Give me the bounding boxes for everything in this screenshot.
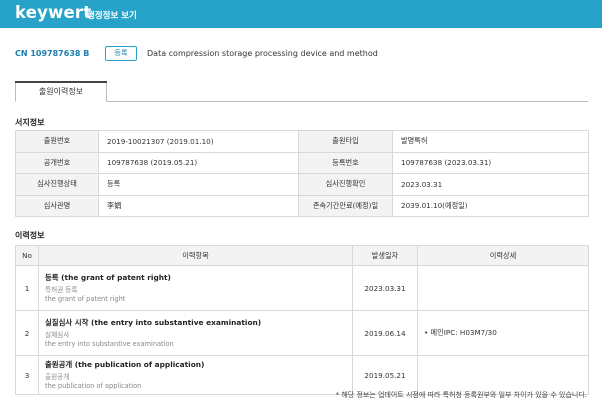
history-row: 3 출원공개 (the publication of application) 출원… xyxy=(15,355,589,395)
history-item: 출원공개 (the publication of application) 출원공… xyxy=(38,355,353,395)
biblio-label: 출원번호 xyxy=(15,130,99,153)
biblio-row: 공개번호 109787638 (2019.05.21) 등록번호 109787638 … xyxy=(15,151,589,174)
biblio-row: 출원번호 2019-10021307 (2019.01.10) 출원타입 발명특허 xyxy=(15,130,589,153)
history-item-korean: 특허권 등록 xyxy=(45,286,78,294)
history-item-title: 실질심사 시작 (the entry into substantive exam… xyxy=(45,318,262,327)
patent-number: CN 109787638 B xyxy=(15,49,90,58)
biblio-label: 출원타입 xyxy=(298,130,393,153)
tab-application-history[interactable]: 출원이력정보 xyxy=(15,81,107,102)
biblio-label: 공개번호 xyxy=(15,151,99,174)
biblio-label: 등록번호 xyxy=(298,151,393,174)
history-item: 등록 (the grant of patent right) 특허권 등록 the … xyxy=(38,265,353,311)
history-date: 2019.05.21 xyxy=(352,355,418,395)
history-header-row: No 이력항목 발생일자 이력상세 xyxy=(15,245,589,266)
top-bar: keywert 행정정보 보기 xyxy=(0,0,602,28)
biblio-value: 李娟 xyxy=(98,194,299,217)
history-row: 2 실질심사 시작 (the entry into substantive exa… xyxy=(15,310,589,356)
history-item-title: 등록 (the grant of patent right) xyxy=(45,273,171,282)
biblio-value: 2019-10021307 (2019.01.10) xyxy=(98,130,299,153)
column-header-date: 발생일자 xyxy=(352,245,418,266)
history-detail xyxy=(417,265,589,311)
biblio-value: 2023.03.31 xyxy=(392,173,589,196)
column-header-detail: 이력상세 xyxy=(417,245,589,266)
history-section-title: 이력정보 xyxy=(15,231,45,240)
biblio-value: 109787638 (2023.03.31) xyxy=(392,151,589,174)
biblio-value: 2039.01.10(예정일) xyxy=(392,194,589,217)
history-detail xyxy=(417,355,589,395)
biblio-label: 심사진행확인 xyxy=(298,173,393,196)
footnote: * 해당 정보는 업데이트 시점에 따라 특허청 등록원부와 일부 차이가 있을… xyxy=(335,391,587,399)
keywert-logo[interactable]: keywert xyxy=(15,3,91,22)
history-item: 실질심사 시작 (the entry into substantive exam… xyxy=(38,310,353,356)
biblio-section-title: 서지정보 xyxy=(15,118,45,127)
history-item-english: the publication of application xyxy=(45,382,142,390)
history-item-title: 출원공개 (the publication of application) xyxy=(45,360,205,369)
history-date: 2023.03.31 xyxy=(352,265,418,311)
status-badge: 등록 xyxy=(105,46,137,61)
history-item-korean: 실체심사 xyxy=(45,331,70,339)
column-header-no: No xyxy=(15,245,39,266)
biblio-label: 심사관명 xyxy=(15,194,99,217)
biblio-value: 등록 xyxy=(98,173,299,196)
biblio-value: 발명특허 xyxy=(392,130,589,153)
biblio-row: 심사관명 李娟 존속기간만료(예정)일 2039.01.10(예정일) xyxy=(15,194,589,217)
history-item-english: the grant of patent right xyxy=(45,295,126,303)
history-detail: • 메인IPC: H03M7/30 xyxy=(417,310,589,356)
history-no: 1 xyxy=(15,265,39,311)
history-item-korean: 출원공개 xyxy=(45,373,70,381)
history-no: 2 xyxy=(15,310,39,356)
page-title: 행정정보 보기 xyxy=(87,11,137,21)
biblio-value: 109787638 (2019.05.21) xyxy=(98,151,299,174)
history-table: No 이력항목 발생일자 이력상세 1 등록 (the grant of pate… xyxy=(15,245,589,395)
patent-title: Data compression storage processing devi… xyxy=(147,49,378,58)
history-row: 1 등록 (the grant of patent right) 특허권 등록 the… xyxy=(15,265,589,311)
column-header-item: 이력항목 xyxy=(38,245,353,266)
biblio-label: 존속기간만료(예정)일 xyxy=(298,194,393,217)
history-date: 2019.06.14 xyxy=(352,310,418,356)
biblio-row: 심사진행상태 등록 심사진행확인 2023.03.31 xyxy=(15,173,589,196)
history-no: 3 xyxy=(15,355,39,395)
history-item-english: the entry into substantive examination xyxy=(45,340,174,348)
biblio-label: 심사진행상태 xyxy=(15,173,99,196)
biblio-table: 출원번호 2019-10021307 (2019.01.10) 출원타입 발명특허 공개… xyxy=(15,130,589,217)
